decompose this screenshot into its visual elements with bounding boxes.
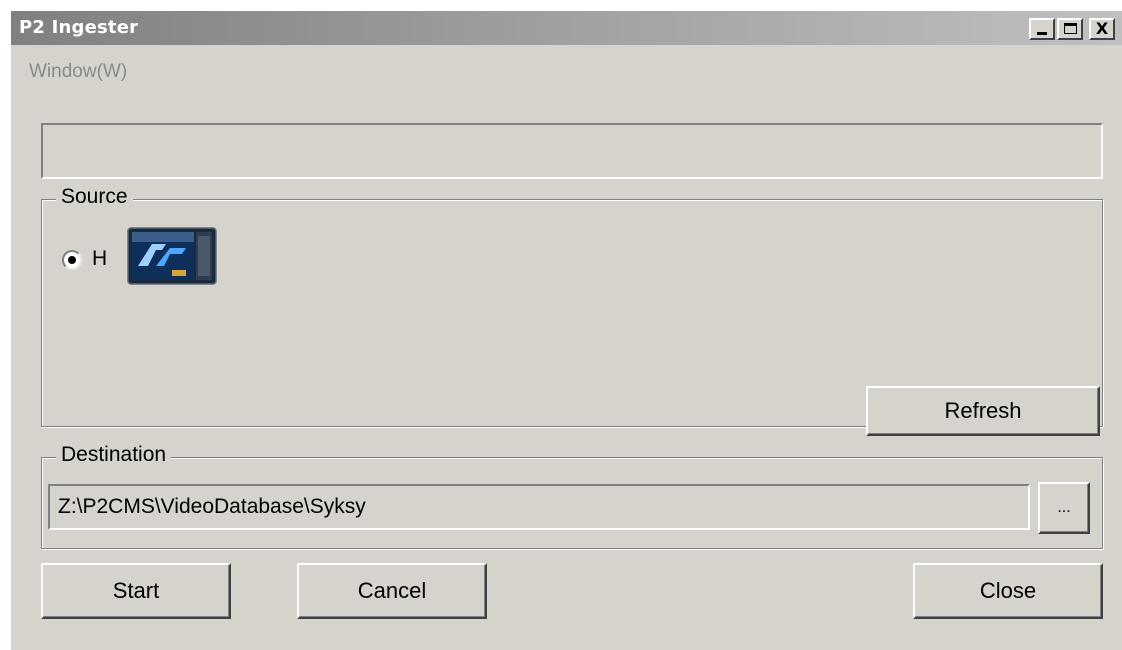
cancel-button[interactable]: Cancel [297, 563, 487, 619]
refresh-button[interactable]: Refresh [866, 386, 1100, 436]
minimize-button[interactable] [1029, 18, 1055, 40]
destination-legend: Destination [56, 443, 172, 467]
maximize-button[interactable] [1057, 18, 1083, 40]
destination-path-field[interactable]: Z:\P2CMS\VideoDatabase\Syksy [48, 484, 1030, 530]
close-icon: X [1095, 19, 1109, 38]
p2-card-icon[interactable] [126, 226, 218, 286]
menu-bar: Window(W) [11, 45, 1122, 89]
radio-selected-dot [68, 256, 76, 264]
source-drive-radio[interactable] [62, 250, 82, 270]
start-button[interactable]: Start [41, 563, 231, 619]
app-window: P2 Ingester X Window(W) Source H Refresh… [10, 10, 1122, 650]
title-bar[interactable]: P2 Ingester X [11, 11, 1122, 45]
destination-group: Destination Z:\P2CMS\VideoDatabase\Syksy… [41, 443, 1103, 549]
destination-path-text: Z:\P2CMS\VideoDatabase\Syksy [58, 495, 366, 518]
status-field [41, 123, 1103, 179]
source-legend: Source [56, 185, 133, 209]
source-group: Source H Refresh [41, 185, 1103, 436]
close-button[interactable]: Close [913, 563, 1103, 619]
window-close-button[interactable]: X [1089, 18, 1115, 40]
source-drive-label[interactable]: H [92, 247, 107, 271]
maximize-icon [1064, 23, 1077, 34]
window-title: P2 Ingester [19, 17, 139, 38]
browse-button[interactable]: ... [1038, 482, 1090, 534]
menu-item-window[interactable]: Window(W) [29, 61, 127, 83]
minimize-icon [1037, 32, 1047, 35]
